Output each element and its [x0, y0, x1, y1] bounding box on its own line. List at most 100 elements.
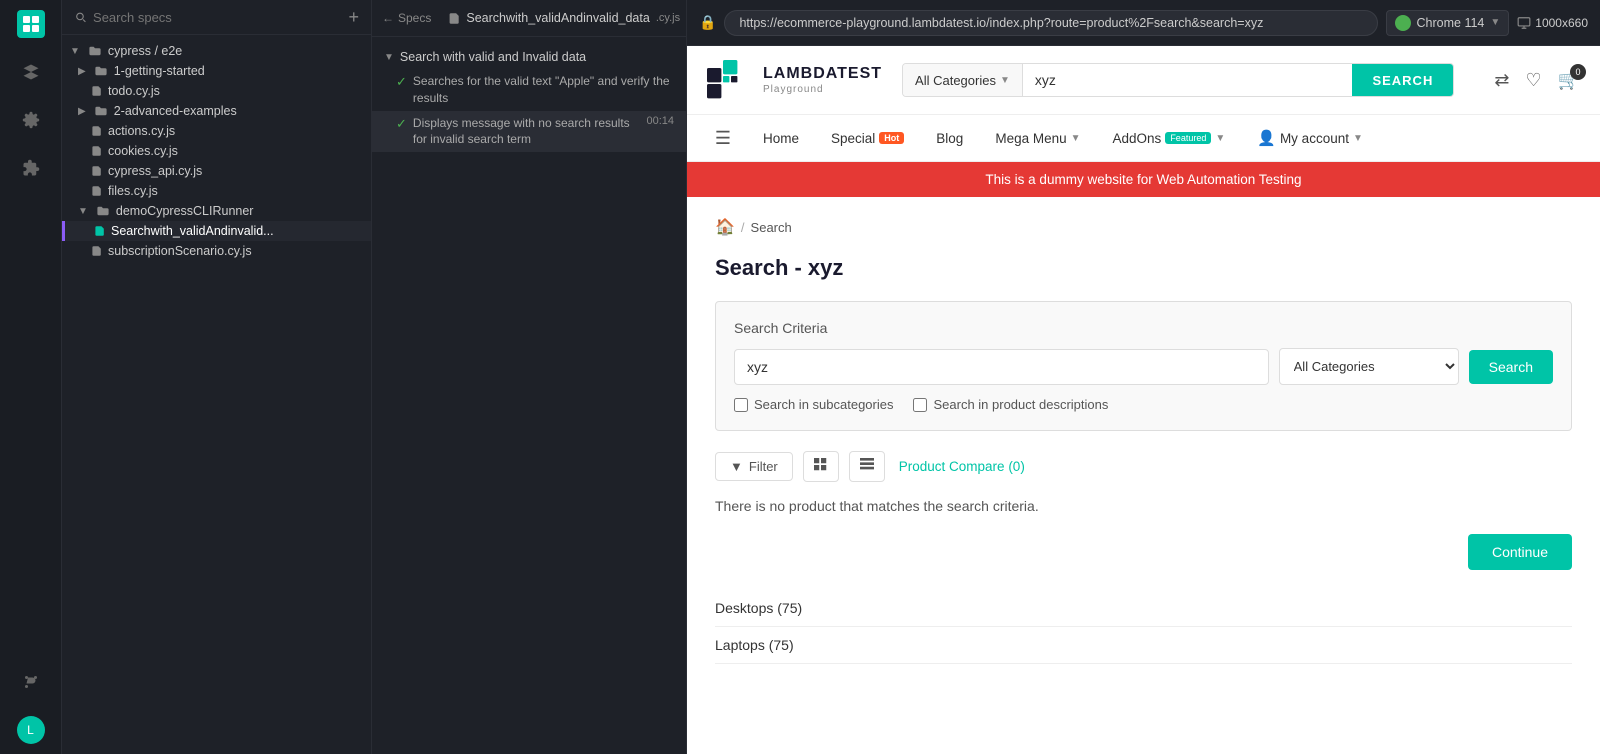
file-subscription[interactable]: subscriptionScenario.cy.js — [62, 241, 371, 261]
nav-item-megamenu[interactable]: Mega Menu ▼ — [979, 117, 1096, 160]
test-name: Searches for the valid text "Apple" and … — [413, 73, 674, 107]
file-label: files.cy.js — [108, 184, 158, 198]
nav-item-home[interactable]: Home — [747, 117, 815, 160]
logo-svg — [707, 60, 755, 100]
nav-item-addons[interactable]: AddOns Featured ▼ — [1097, 117, 1242, 160]
layers-icon[interactable] — [17, 58, 45, 86]
subcategories-label: Search in subcategories — [754, 397, 893, 412]
spec-extension: .cy.js — [656, 12, 680, 24]
wishlist-icon[interactable]: ♡ — [1525, 70, 1541, 91]
product-compare-link[interactable]: Product Compare (0) — [899, 459, 1025, 474]
continue-button[interactable]: Continue — [1468, 534, 1572, 570]
search-criteria-row: All Categories Search — [734, 348, 1553, 385]
search-category-selector[interactable]: All Categories ▼ — [903, 64, 1023, 96]
folder-advanced[interactable]: ▶ 2-advanced-examples — [62, 101, 371, 121]
filter-label: Filter — [749, 459, 778, 474]
hamburger-menu[interactable]: ☰ — [707, 122, 739, 154]
site-nav: ☰ Home Special Hot Blog Mega Menu ▼ AddO… — [687, 115, 1600, 162]
test-item[interactable]: ✓ Displays message with no search result… — [372, 111, 686, 153]
file-icon — [90, 85, 102, 97]
user-avatar-icon[interactable]: L — [17, 716, 45, 744]
app-logo — [17, 10, 45, 38]
criteria-category-select[interactable]: All Categories — [1279, 348, 1459, 385]
chevron-down-icon: ▼ — [1353, 133, 1363, 144]
list-view-button[interactable] — [849, 451, 885, 482]
url-text: https://ecommerce-playground.lambdatest.… — [739, 16, 1263, 30]
folder-getting-started[interactable]: ▶ 1-getting-started — [62, 61, 371, 81]
settings-icon[interactable] — [17, 106, 45, 134]
search-input[interactable] — [93, 10, 348, 25]
folder-icon — [94, 104, 108, 118]
add-spec-button[interactable]: + — [348, 8, 359, 26]
descriptions-option[interactable]: Search in product descriptions — [913, 397, 1108, 412]
site-search-input[interactable] — [1023, 64, 1353, 96]
category-list: Desktops (75) Laptops (75) — [715, 590, 1572, 664]
descriptions-checkbox[interactable] — [913, 398, 927, 412]
cart-icon[interactable]: 🛒 0 — [1558, 70, 1580, 91]
nav-item-blog[interactable]: Blog — [920, 117, 979, 160]
home-icon[interactable]: 🏠 — [715, 217, 735, 237]
file-files[interactable]: files.cy.js — [62, 181, 371, 201]
list-icon — [860, 458, 874, 472]
header-icons: ⇄ ♡ 🛒 0 — [1494, 70, 1580, 91]
file-icon — [90, 185, 102, 197]
site-search-button[interactable]: SEARCH — [1352, 64, 1453, 96]
browser-area: 🔒 https://ecommerce-playground.lambdates… — [687, 0, 1600, 754]
logo-brand: LAMBDATEST — [763, 64, 882, 83]
nav-label: Home — [763, 131, 799, 146]
website-frame: LAMBDATEST Playground All Categories ▼ S… — [687, 46, 1600, 754]
criteria-search-button[interactable]: Search — [1469, 350, 1553, 384]
file-todo[interactable]: todo.cy.js — [62, 81, 371, 101]
filter-button[interactable]: ▼ Filter — [715, 452, 793, 481]
nav-label: Mega Menu — [995, 131, 1066, 146]
site-logo[interactable]: LAMBDATEST Playground — [707, 60, 882, 100]
browser-engine-selector[interactable]: Chrome 114 ▼ — [1386, 10, 1510, 36]
back-arrow-icon: ← — [382, 11, 394, 25]
file-cookies[interactable]: cookies.cy.js — [62, 141, 371, 161]
file-icon — [90, 125, 102, 137]
spec-panel-header: ← Specs Searchwith_validAndinvalid_data … — [372, 0, 686, 37]
compare-icon[interactable]: ⇄ — [1494, 70, 1509, 91]
nav-label: AddOns — [1113, 131, 1162, 146]
subcategories-option[interactable]: Search in subcategories — [734, 397, 893, 412]
search-category-label: All Categories — [915, 73, 996, 88]
folder-label: 1-getting-started — [114, 64, 205, 78]
branch-icon[interactable] — [17, 668, 45, 696]
nav-item-myaccount[interactable]: 👤 My account ▼ — [1241, 115, 1379, 161]
chevron-down-icon: ▼ — [70, 46, 80, 57]
root-folder[interactable]: ▼ cypress / e2e — [62, 41, 371, 61]
search-icon — [74, 10, 87, 24]
url-bar[interactable]: https://ecommerce-playground.lambdatest.… — [724, 10, 1377, 36]
chevron-down-icon: ▼ — [1000, 75, 1010, 86]
folder-demo[interactable]: ▼ demoCypressCLIRunner — [62, 201, 371, 221]
chevron-right-icon: ▶ — [78, 106, 86, 117]
file-searchwith[interactable]: Searchwith_validAndinvalid... — [62, 221, 371, 241]
back-to-specs-button[interactable]: ← Specs — [382, 11, 431, 25]
subcategories-checkbox[interactable] — [734, 398, 748, 412]
file-label: cookies.cy.js — [108, 144, 178, 158]
root-folder-label: cypress / e2e — [108, 44, 182, 58]
featured-badge: Featured — [1165, 132, 1211, 144]
chevron-right-icon: ▶ — [78, 66, 86, 77]
search-criteria-box: Search Criteria All Categories Search Se… — [715, 301, 1572, 431]
criteria-search-input[interactable] — [734, 349, 1269, 385]
file-label: todo.cy.js — [108, 84, 160, 98]
plugin-icon[interactable] — [17, 154, 45, 182]
nav-label: Blog — [936, 131, 963, 146]
nav-item-special[interactable]: Special Hot — [815, 117, 920, 160]
security-icon: 🔒 — [699, 14, 716, 31]
viewport-size: 1000x660 — [1535, 16, 1588, 30]
category-item[interactable]: Laptops (75) — [715, 627, 1572, 664]
file-actions[interactable]: actions.cy.js — [62, 121, 371, 141]
search-criteria-title: Search Criteria — [734, 320, 1553, 336]
hot-badge: Hot — [879, 132, 904, 144]
file-cypress-api[interactable]: cypress_api.cy.js — [62, 161, 371, 181]
grid-icon — [814, 458, 828, 472]
chevron-down-icon: ▼ — [1071, 133, 1081, 144]
category-item[interactable]: Desktops (75) — [715, 590, 1572, 627]
breadcrumb-current: Search — [751, 220, 792, 235]
file-icon — [90, 145, 102, 157]
grid-view-button[interactable] — [803, 451, 839, 482]
test-item[interactable]: ✓ Searches for the valid text "Apple" an… — [372, 69, 686, 111]
filter-icon: ▼ — [730, 459, 743, 474]
